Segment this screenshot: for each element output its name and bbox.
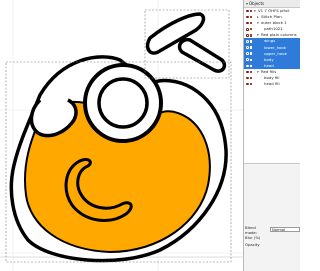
visibility-eye-icon[interactable] (246, 40, 249, 43)
row-toggles (246, 75, 258, 81)
objects-panel-header: ▾ Objects (244, 0, 300, 8)
visibility-eye-icon[interactable] (246, 76, 249, 80)
blur-label: Blur (%) (245, 235, 261, 240)
lock-icon[interactable] (249, 82, 252, 86)
blur-row: Blur (%) (243, 234, 300, 241)
blend-mode-label: Blend mode: (245, 224, 258, 235)
row-toggles (246, 26, 258, 32)
visibility-eye-icon[interactable] (246, 27, 249, 31)
visibility-eye-icon[interactable] (246, 82, 249, 86)
blend-mode-row: Blend mode: Normal (243, 224, 300, 235)
row-toggles (246, 38, 258, 44)
lock-icon[interactable] (249, 76, 252, 80)
lock-icon[interactable] (249, 28, 252, 31)
blend-mode-select[interactable]: Normal (270, 226, 300, 233)
lock-icon[interactable] (249, 40, 252, 43)
objects-panel-title: Objects (249, 1, 265, 6)
lock-icon[interactable] (249, 52, 252, 55)
artwork (0, 0, 243, 271)
drawing-canvas[interactable] (0, 0, 243, 271)
row-toggles (246, 81, 258, 87)
tree-row[interactable]: head fill (244, 81, 300, 87)
lock-icon[interactable] (249, 70, 252, 74)
visibility-eye-icon[interactable] (246, 34, 249, 37)
wing-shape-2[interactable] (177, 37, 227, 73)
collapse-icon[interactable]: ▾ (246, 1, 248, 6)
lock-icon[interactable] (249, 46, 252, 49)
lock-icon[interactable] (249, 9, 252, 13)
opacity-row: Opacity (243, 241, 300, 248)
row-toggles (246, 63, 258, 69)
visibility-eye-icon[interactable] (246, 9, 249, 13)
visibility-eye-icon[interactable] (246, 58, 249, 62)
lock-icon[interactable] (249, 15, 252, 19)
row-toggles (246, 45, 258, 51)
row-toggles (246, 57, 258, 63)
blend-mode-value: Normal (272, 227, 286, 232)
visibility-eye-icon[interactable] (246, 46, 249, 49)
lock-icon[interactable] (249, 34, 252, 37)
visibility-eye-icon[interactable] (246, 70, 249, 74)
visibility-eye-icon[interactable] (246, 52, 249, 55)
objects-tree[interactable]: ▾ V1 7 OHFS plfull ▸ Stitch Plan ▾ outer bloc… (244, 8, 300, 164)
opacity-label: Opacity (245, 242, 260, 247)
lock-icon[interactable] (249, 21, 252, 25)
visibility-eye-icon[interactable] (246, 15, 249, 19)
visibility-eye-icon[interactable] (246, 64, 249, 68)
visibility-eye-icon[interactable] (246, 21, 249, 25)
lock-icon[interactable] (249, 64, 252, 68)
lock-icon[interactable] (249, 58, 252, 61)
head-inner-ring[interactable] (97, 77, 149, 129)
row-toggles (246, 51, 258, 57)
tree-row-label: head fill (264, 81, 280, 87)
